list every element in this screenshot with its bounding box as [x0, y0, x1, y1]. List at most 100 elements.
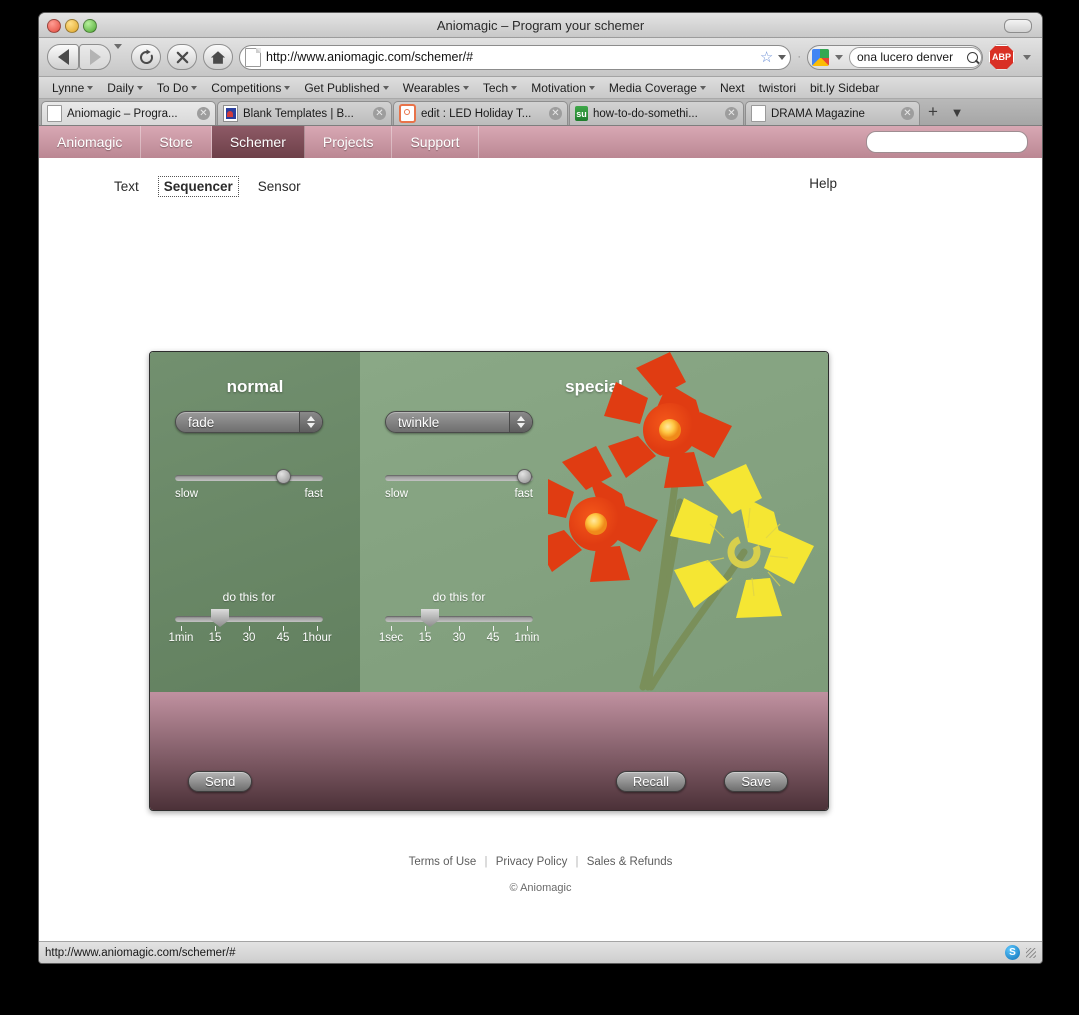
special-effect-select[interactable]: twinkle [385, 411, 533, 433]
bookmark-item[interactable]: Media Coverage [602, 81, 713, 95]
bookmark-item[interactable]: Next [713, 81, 752, 95]
browser-tab[interactable]: DRAMA Magazine ✕ [745, 101, 920, 125]
bookmark-item[interactable]: Wearables [396, 81, 476, 95]
list-all-tabs-icon[interactable]: ▼ [946, 101, 968, 125]
bookmark-item[interactable]: Competitions [204, 81, 297, 95]
home-button[interactable] [203, 44, 233, 70]
footer-link-privacy[interactable]: Privacy Policy [496, 856, 568, 868]
help-link[interactable]: Help [809, 176, 837, 191]
bookmark-item[interactable]: Daily [100, 81, 150, 95]
close-window-button[interactable] [47, 19, 61, 33]
status-bar: http://www.aniomagic.com/schemer/# S [39, 941, 1042, 963]
tab-close-icon[interactable]: ✕ [373, 107, 386, 120]
stumbleupon-icon: su [575, 106, 588, 121]
window-controls[interactable] [47, 19, 97, 33]
tab-close-icon[interactable]: ✕ [549, 107, 562, 120]
tick-mark [459, 626, 460, 631]
sitenav-item-projects[interactable]: Projects [305, 126, 393, 158]
blue-book-icon [223, 105, 238, 122]
adblock-dropdown-icon[interactable] [1023, 54, 1031, 60]
schemer-footer: Send Recall Save [150, 692, 828, 810]
reload-icon [139, 48, 153, 64]
subnav-item-sequencer[interactable]: Sequencer [157, 176, 239, 197]
tab-close-icon[interactable]: ✕ [197, 107, 210, 120]
slider-knob[interactable] [517, 469, 532, 484]
bookmark-item[interactable]: Get Published [297, 81, 395, 95]
save-button[interactable]: Save [724, 771, 788, 792]
tab-close-icon[interactable]: ✕ [725, 107, 738, 120]
bookmark-item[interactable]: Motivation [524, 81, 602, 95]
stop-button[interactable] [167, 44, 197, 70]
google-search-engine-icon[interactable] [812, 48, 829, 66]
slider-knob[interactable] [276, 469, 291, 484]
recall-button[interactable]: Recall [615, 771, 686, 792]
tick-mark [425, 626, 426, 631]
sitenav-item-store[interactable]: Store [141, 126, 212, 158]
browser-tab[interactable]: su how-to-do-somethi... ✕ [569, 101, 744, 125]
search-engine-dropdown-icon[interactable] [835, 54, 843, 60]
address-bar-url[interactable]: http://www.aniomagic.com/schemer/# [266, 50, 755, 64]
sitenav-item-support[interactable]: Support [392, 126, 479, 158]
slider-track [385, 475, 533, 481]
slider-knob[interactable] [421, 609, 439, 627]
normal-duration-label: do this for [222, 590, 276, 604]
chevron-down-icon [136, 85, 143, 90]
chevron-down-icon [699, 85, 706, 90]
bookmark-item[interactable]: To Do [150, 81, 204, 95]
toolbar-toggle-button[interactable] [1004, 19, 1032, 33]
search-input-wrap[interactable]: ona lucero denver [849, 46, 982, 68]
flower-red-top [604, 352, 732, 488]
flowers-svg [530, 352, 814, 691]
normal-speed-slider[interactable] [175, 469, 323, 484]
zoom-window-button[interactable] [83, 19, 97, 33]
bookmark-item[interactable]: Lynne [45, 81, 100, 95]
search-input[interactable]: ona lucero denver [857, 50, 965, 64]
normal-duration-slider[interactable] [175, 609, 323, 627]
browser-tab[interactable]: Aniomagic – Progra... ✕ [41, 101, 216, 125]
subnav-item-sensor[interactable]: Sensor [253, 177, 306, 196]
tick-label: 1min [168, 632, 194, 644]
browser-tab[interactable]: edit : LED Holiday T... ✕ [393, 101, 568, 125]
chevron-down-icon [462, 85, 469, 90]
bookmark-item[interactable]: Tech [476, 81, 524, 95]
adblock-plus-button[interactable]: ABP [989, 44, 1014, 70]
footer-link-sales[interactable]: Sales & Refunds [587, 856, 673, 868]
resize-grip-icon[interactable] [1026, 947, 1036, 958]
footer-link-terms[interactable]: Terms of Use [409, 856, 477, 868]
normal-effect-select[interactable]: fade [175, 411, 323, 433]
special-speed-min-label: slow [385, 488, 409, 500]
back-button[interactable] [47, 44, 79, 70]
skype-icon[interactable]: S [1005, 945, 1020, 960]
schemer-widget: normal fade slow fast do this for 1min 1… [149, 351, 829, 811]
browser-tab[interactable]: Blank Templates | B... ✕ [217, 101, 392, 125]
sitenav-item-aniomagic[interactable]: Aniomagic [39, 126, 142, 158]
address-dropdown-icon[interactable] [778, 54, 787, 60]
bookmark-star-icon[interactable]: ☆ [760, 48, 773, 66]
special-duration-slider[interactable] [385, 609, 533, 627]
subnav-item-text[interactable]: Text [109, 177, 144, 196]
search-icon[interactable] [967, 51, 978, 63]
home-icon [210, 50, 226, 64]
send-button[interactable]: Send [188, 771, 253, 792]
special-duration-control: do this for 1sec 15 30 45 1min [379, 590, 540, 646]
forward-button[interactable] [79, 44, 111, 70]
history-dropdown-icon[interactable] [114, 44, 122, 49]
address-bar[interactable]: http://www.aniomagic.com/schemer/# ☆ [239, 44, 792, 70]
special-effect-spinner-icon[interactable] [509, 412, 532, 432]
normal-effect-spinner-icon[interactable] [299, 412, 322, 432]
normal-speed-labels: slow fast [175, 488, 323, 500]
tab-label: DRAMA Magazine [771, 107, 865, 120]
chevron-down-icon [87, 85, 94, 90]
bookmark-item[interactable]: bit.ly Sidebar [803, 81, 886, 95]
minimize-window-button[interactable] [65, 19, 79, 33]
tick-label: 45 [486, 632, 500, 644]
tab-close-icon[interactable]: ✕ [901, 107, 914, 120]
sitenav-item-schemer[interactable]: Schemer [211, 126, 305, 158]
search-bar[interactable]: ona lucero denver [807, 44, 983, 70]
reload-button[interactable] [131, 44, 161, 70]
new-tab-button[interactable]: + [921, 101, 945, 125]
special-speed-slider[interactable] [385, 469, 533, 484]
site-search-input[interactable] [866, 131, 1028, 153]
bookmark-item[interactable]: twistori [752, 81, 803, 95]
slider-knob[interactable] [211, 609, 229, 627]
